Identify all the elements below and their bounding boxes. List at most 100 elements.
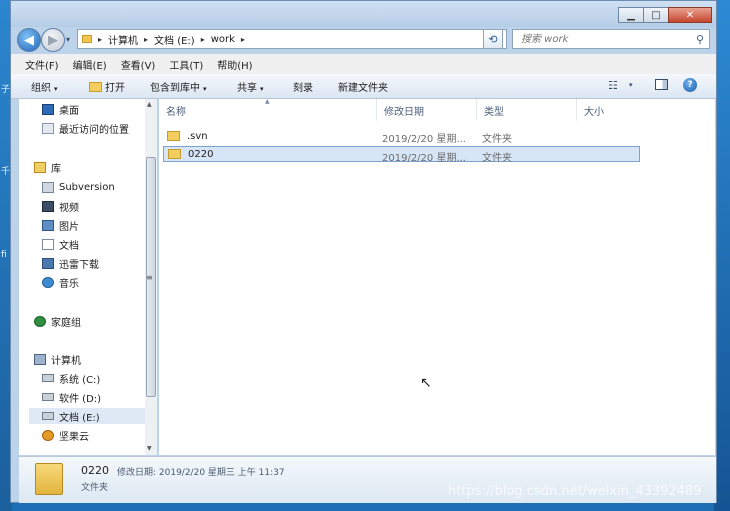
column-header-name[interactable]: 名称 bbox=[159, 99, 377, 121]
column-header-type[interactable]: 类型 bbox=[477, 99, 577, 121]
chevron-down-icon: ▾ bbox=[203, 85, 207, 93]
navigation-pane: 桌面 最近访问的位置 库 Subversion 视频 图片 文档 迅雷下载 音乐… bbox=[19, 99, 157, 455]
sidebar-item-homegroup[interactable]: 家庭组 bbox=[34, 313, 81, 329]
sidebar-item-documents[interactable]: 文档 bbox=[42, 236, 79, 252]
file-row-0220[interactable]: 0220 2019/2/20 星期... 文件夹 bbox=[163, 146, 640, 164]
menu-help[interactable]: 帮助(H) bbox=[217, 57, 252, 72]
library-icon bbox=[34, 161, 46, 173]
recent-pages-dropdown[interactable]: ▾ bbox=[66, 35, 70, 44]
navigation-row: ◀ ▶ ▾ ▸ 计算机 ▸ 文档 (E:) ▸ work ▸ ▾ ⟲ ⚲ bbox=[11, 27, 716, 53]
sidebar-item-drive-c[interactable]: 系统 (C:) bbox=[42, 370, 100, 386]
sidebar-item-subversion[interactable]: Subversion bbox=[42, 179, 115, 195]
watermark-url: https://blog.csdn.net/weixin_43392489 bbox=[448, 484, 702, 499]
sidebar-item-label: 音乐 bbox=[59, 278, 79, 290]
include-in-library-label: 包含到库中 bbox=[150, 83, 200, 94]
nutstore-icon bbox=[42, 429, 54, 441]
desktop-icon bbox=[42, 103, 54, 115]
share-button[interactable]: 共享 ▾ bbox=[237, 79, 264, 94]
organize-button[interactable]: 组织 ▾ bbox=[31, 79, 58, 94]
chevron-down-icon: ▾ bbox=[54, 85, 58, 93]
sidebar-item-label: 桌面 bbox=[59, 105, 79, 117]
breadcrumb-separator[interactable]: ▸ bbox=[98, 35, 102, 44]
sidebar-item-thunder-downloads[interactable]: 迅雷下载 bbox=[42, 255, 99, 271]
column-header-date[interactable]: 修改日期 bbox=[377, 99, 477, 121]
search-box[interactable]: ⚲ bbox=[512, 29, 710, 49]
file-date: 2019/2/20 星期... bbox=[382, 153, 466, 164]
chevron-down-icon[interactable]: ▾ bbox=[629, 81, 633, 89]
homegroup-icon bbox=[34, 315, 46, 327]
desktop-edge-glyph: 子 bbox=[1, 85, 11, 95]
breadcrumb-work[interactable]: work bbox=[211, 34, 235, 45]
breadcrumb-computer[interactable]: 计算机 bbox=[108, 32, 138, 47]
sidebar-item-label: 文档 bbox=[59, 240, 79, 252]
sidebar-item-label: 系统 (C:) bbox=[59, 374, 101, 386]
folder-icon bbox=[167, 131, 180, 141]
folder-icon bbox=[82, 35, 92, 43]
maximize-button[interactable]: □ bbox=[643, 7, 669, 23]
sidebar-item-videos[interactable]: 视频 bbox=[42, 198, 79, 214]
sidebar-item-label: 文档 (E:) bbox=[59, 412, 100, 424]
scroll-up-icon[interactable]: ▲ bbox=[147, 101, 152, 108]
menu-edit[interactable]: 编辑(E) bbox=[73, 57, 107, 72]
desktop-edge-glyph: 千 bbox=[1, 167, 11, 177]
breadcrumb-drive-e[interactable]: 文档 (E:) bbox=[154, 32, 195, 47]
sidebar-item-label: 坚果云 bbox=[59, 431, 89, 443]
breadcrumb-separator[interactable]: ▸ bbox=[201, 35, 205, 44]
title-bar: ▁ □ ✕ bbox=[11, 1, 716, 27]
drive-icon bbox=[42, 374, 54, 382]
preview-pane-icon[interactable] bbox=[655, 79, 668, 90]
sidebar-item-libraries[interactable]: 库 bbox=[34, 159, 61, 175]
mouse-pointer-icon: ↖ bbox=[420, 375, 432, 391]
chevron-down-icon: ▾ bbox=[260, 85, 264, 93]
scroll-down-icon[interactable]: ▼ bbox=[147, 445, 152, 452]
sidebar-item-drive-d[interactable]: 软件 (D:) bbox=[42, 389, 101, 405]
breadcrumb-separator[interactable]: ▸ bbox=[241, 35, 245, 44]
sidebar-item-computer[interactable]: 计算机 bbox=[34, 351, 81, 367]
sidebar-item-music[interactable]: 音乐 bbox=[42, 274, 79, 290]
new-folder-button[interactable]: 新建文件夹 bbox=[338, 79, 388, 94]
include-in-library-button[interactable]: 包含到库中 ▾ bbox=[150, 79, 207, 94]
menu-bar: 文件(F) 编辑(E) 查看(V) 工具(T) 帮助(H) bbox=[11, 54, 716, 74]
change-view-icon[interactable]: ☷ bbox=[608, 79, 618, 92]
sidebar-item-desktop[interactable]: 桌面 bbox=[42, 101, 79, 117]
explorer-window: ▁ □ ✕ ◀ ▶ ▾ ▸ 计算机 ▸ 文档 (E:) ▸ work ▸ ▾ ⟲… bbox=[10, 0, 717, 503]
music-icon bbox=[42, 276, 54, 288]
file-type: 文件夹 bbox=[482, 134, 512, 145]
column-header-size[interactable]: 大小 bbox=[577, 99, 677, 121]
sidebar-item-label: 图片 bbox=[59, 221, 79, 233]
sidebar-item-pictures[interactable]: 图片 bbox=[42, 217, 79, 233]
drive-icon bbox=[42, 412, 54, 420]
file-name: 0220 bbox=[188, 148, 214, 160]
open-button[interactable]: 打开 bbox=[89, 79, 125, 94]
menu-tools[interactable]: 工具(T) bbox=[169, 57, 203, 72]
thunder-icon bbox=[42, 257, 54, 269]
burn-button[interactable]: 刻录 bbox=[293, 79, 313, 94]
sidebar-item-drive-e[interactable]: 文档 (E:) bbox=[29, 408, 145, 424]
file-type: 文件夹 bbox=[482, 153, 512, 164]
folder-icon bbox=[168, 149, 181, 159]
details-modified-date: 修改日期: 2019/2/20 星期三 上午 11:37 bbox=[117, 468, 285, 478]
sidebar-item-label: 计算机 bbox=[51, 355, 81, 367]
sidebar-item-label: 迅雷下载 bbox=[59, 259, 99, 271]
sidebar-item-nutstore[interactable]: 坚果云 bbox=[42, 427, 89, 443]
menu-view[interactable]: 查看(V) bbox=[121, 57, 156, 72]
sidebar-scrollbar[interactable]: ▲ ≡ ▼ bbox=[145, 99, 157, 455]
forward-button[interactable]: ▶ bbox=[41, 28, 65, 52]
help-icon[interactable]: ? bbox=[683, 78, 697, 92]
file-date: 2019/2/20 星期... bbox=[382, 134, 466, 145]
refresh-button[interactable]: ⟲ bbox=[483, 29, 503, 49]
document-icon bbox=[42, 238, 54, 250]
file-row-svn[interactable]: .svn 2019/2/20 星期... 文件夹 bbox=[163, 128, 640, 145]
minimize-button[interactable]: ▁ bbox=[618, 7, 644, 23]
close-button[interactable]: ✕ bbox=[668, 7, 712, 23]
search-input[interactable] bbox=[519, 32, 683, 46]
search-icon[interactable]: ⚲ bbox=[696, 33, 704, 46]
open-folder-icon bbox=[89, 82, 102, 92]
share-label: 共享 bbox=[237, 83, 257, 94]
address-bar[interactable]: ▸ 计算机 ▸ 文档 (E:) ▸ work ▸ ▾ bbox=[77, 29, 507, 49]
breadcrumb-separator[interactable]: ▸ bbox=[144, 35, 148, 44]
file-list: ▲ 名称 修改日期 类型 大小 .svn 2019/2/20 星期... 文件夹… bbox=[159, 98, 715, 455]
back-button[interactable]: ◀ bbox=[17, 28, 41, 52]
sidebar-item-recent[interactable]: 最近访问的位置 bbox=[42, 120, 129, 136]
menu-file[interactable]: 文件(F) bbox=[25, 57, 59, 72]
